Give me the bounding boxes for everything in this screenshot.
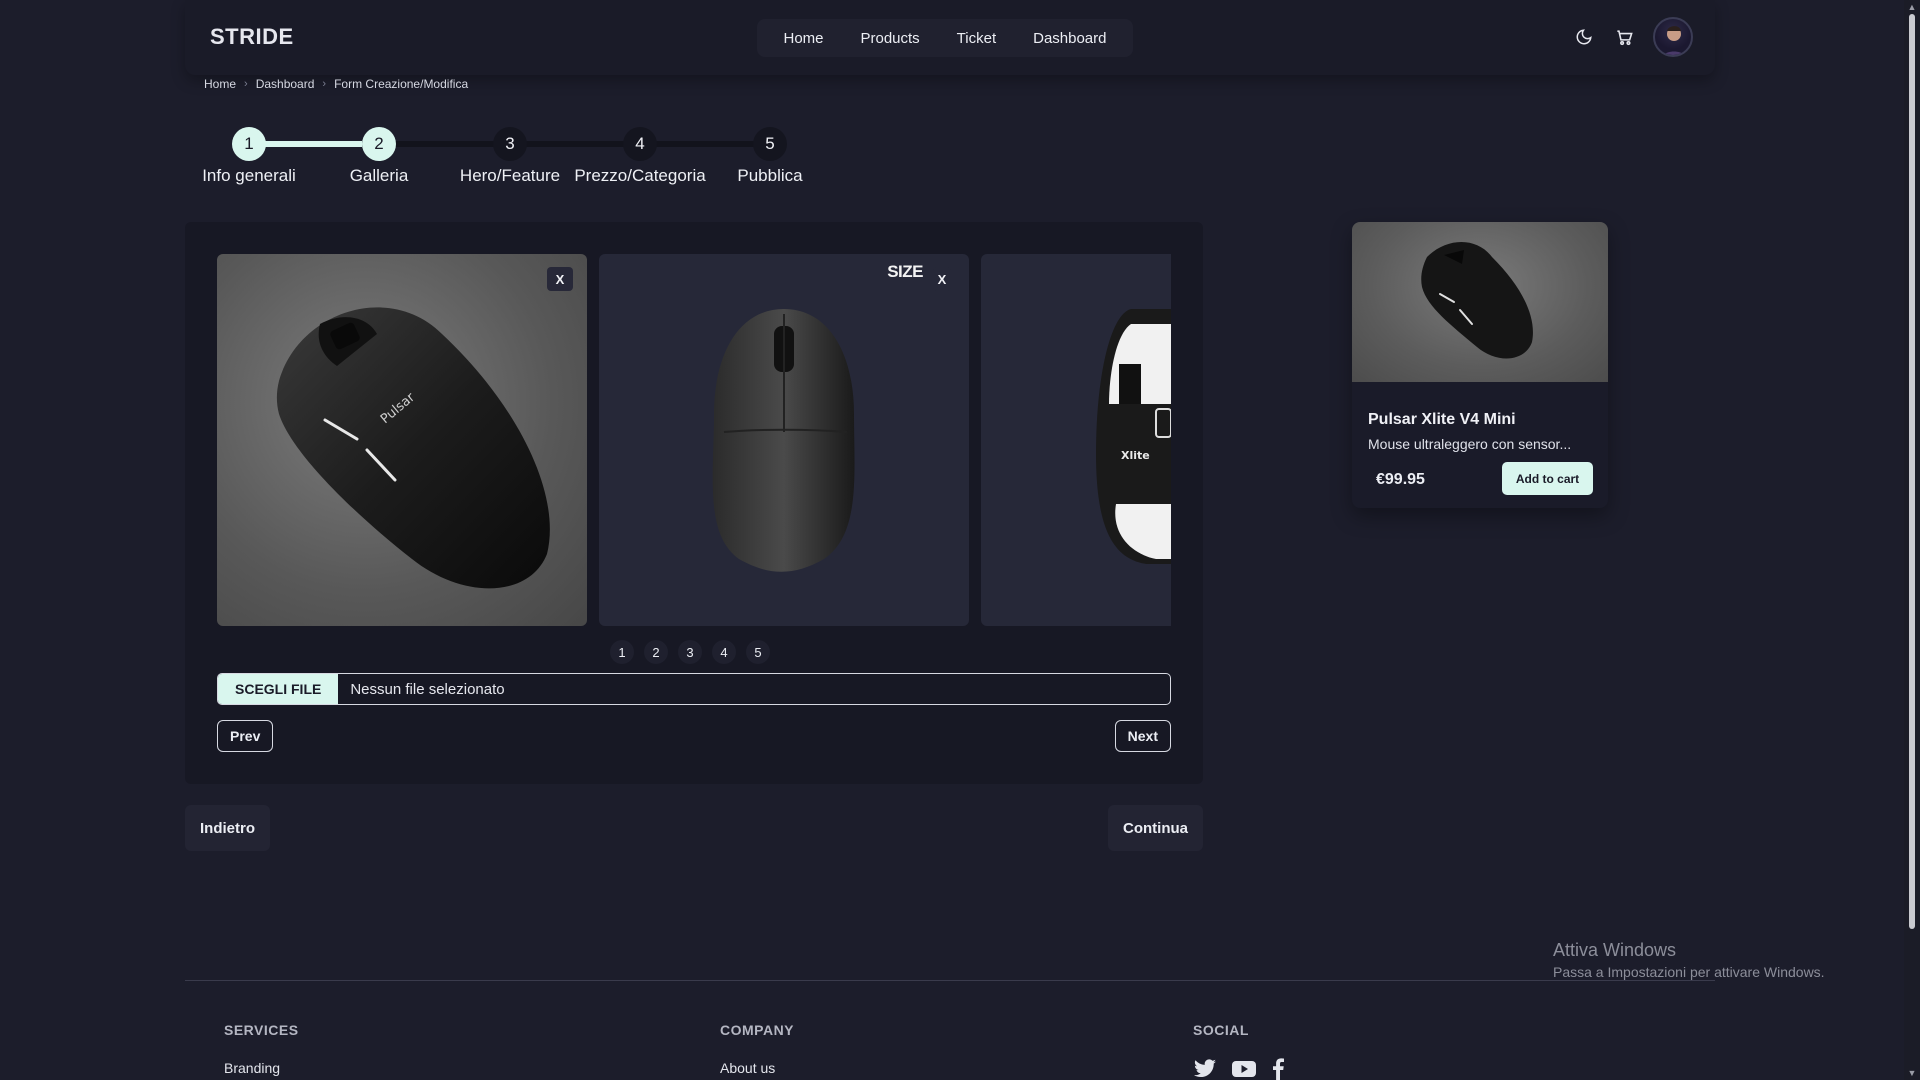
step-connector <box>379 141 759 147</box>
nav-products[interactable]: Products <box>860 30 919 47</box>
footer-link-branding[interactable]: Branding <box>224 1060 299 1076</box>
carousel-pagination: 1 2 3 4 5 <box>610 640 770 664</box>
step-2-label: Galleria <box>349 166 409 185</box>
page-dot-2[interactable]: 2 <box>644 640 668 664</box>
activation-watermark-subtitle: Passa a Impostazioni per attivare Window… <box>1553 964 1825 980</box>
cart-icon[interactable] <box>1613 26 1635 48</box>
breadcrumb-home[interactable]: Home <box>204 77 236 91</box>
page-dot-5[interactable]: 5 <box>746 640 770 664</box>
activation-watermark-title: Attiva Windows <box>1553 940 1677 960</box>
page-scrollbar[interactable]: ▲ ▼ <box>1904 0 1920 1080</box>
avatar[interactable] <box>1653 17 1693 57</box>
file-upload-field[interactable]: SCEGLI FILE Nessun file selezionato <box>217 673 1171 705</box>
form-stepper: 1 2 3 4 5 Info generali Galleria Hero/Fe… <box>184 124 844 194</box>
remove-image-button[interactable]: X <box>547 267 573 291</box>
nav-actions <box>1573 17 1693 57</box>
mouse-image-front <box>712 309 855 572</box>
continue-button[interactable]: Continua <box>1108 805 1203 851</box>
footer-link-about[interactable]: About us <box>720 1060 794 1076</box>
top-navbar: STRIDE Home Products Ticket Dashboard <box>185 0 1715 75</box>
page-dot-4[interactable]: 4 <box>712 640 736 664</box>
moon-icon[interactable] <box>1573 26 1595 48</box>
mouse-image-top: Pulsar <box>276 307 550 589</box>
breadcrumb-dashboard[interactable]: Dashboard <box>256 77 315 91</box>
chevron-right-icon: › <box>322 78 327 90</box>
footer-social: SOCIAL <box>1193 1022 1285 1080</box>
logo[interactable]: STRIDE <box>210 24 294 50</box>
step-3-circle[interactable]: 3 <box>493 127 527 161</box>
step-3-label: Hero/Feature <box>459 166 561 185</box>
next-button[interactable]: Next <box>1114 720 1171 752</box>
footer-divider <box>185 980 1715 981</box>
image-carousel[interactable]: Pulsar X SIZE X Xlite <box>217 254 1171 626</box>
gallery-slide[interactable]: Xlite <box>981 254 1171 626</box>
product-image <box>1352 222 1608 382</box>
footer-heading: SERVICES <box>224 1022 299 1038</box>
svg-text:Xlite: Xlite <box>1121 449 1150 462</box>
footer-heading: COMPANY <box>720 1022 795 1038</box>
nav-ticket[interactable]: Ticket <box>957 30 996 47</box>
product-description: Mouse ultraleggero con sensor... <box>1368 436 1572 452</box>
gallery-slide[interactable]: SIZE X <box>599 254 969 626</box>
footer-services: SERVICES Branding <box>224 1022 299 1076</box>
footer-heading: SOCIAL <box>1193 1022 1249 1038</box>
product-preview-card[interactable]: Pulsar Xlite V4 Mini Mouse ultraleggero … <box>1352 222 1608 508</box>
step-1-label: Info generali <box>202 166 296 185</box>
size-tag: SIZE <box>887 262 923 281</box>
choose-file-button[interactable]: SCEGLI FILE <box>218 674 339 704</box>
gallery-slide[interactable]: Pulsar X <box>217 254 587 626</box>
add-to-cart-button[interactable]: Add to cart <box>1502 462 1593 495</box>
remove-image-button[interactable]: X <box>933 267 951 291</box>
product-price: €99.95 <box>1376 471 1425 488</box>
step-4-label: Prezzo/Categoria <box>574 166 706 185</box>
step-4-circle[interactable]: 4 <box>623 127 657 161</box>
step-5-label: Pubblica <box>737 166 803 185</box>
twitter-icon[interactable] <box>1193 1059 1217 1080</box>
step-2-circle[interactable]: 2 <box>362 127 396 161</box>
mouse-image-bottom: Xlite <box>1096 309 1171 564</box>
step-5-circle[interactable]: 5 <box>753 127 787 161</box>
prev-button[interactable]: Prev <box>217 720 274 752</box>
breadcrumb-current: Form Creazione/Modifica <box>334 77 469 91</box>
scroll-thumb[interactable] <box>1909 14 1915 929</box>
facebook-icon[interactable] <box>1271 1058 1285 1080</box>
breadcrumb: Home › Dashboard › Form Creazione/Modifi… <box>204 77 468 91</box>
footer-company: COMPANY About us <box>720 1022 794 1076</box>
product-title: Pulsar Xlite V4 Mini <box>1368 411 1516 428</box>
nav-links: Home Products Ticket Dashboard <box>757 19 1133 57</box>
file-status: Nessun file selezionato <box>350 680 505 698</box>
scroll-down-icon[interactable]: ▼ <box>1907 1068 1917 1078</box>
social-links <box>1193 1058 1285 1080</box>
nav-home[interactable]: Home <box>783 30 823 47</box>
page-dot-3[interactable]: 3 <box>678 640 702 664</box>
chevron-right-icon: › <box>244 78 248 90</box>
page-dot-1[interactable]: 1 <box>610 640 634 664</box>
nav-dashboard[interactable]: Dashboard <box>1033 30 1106 47</box>
gallery-card: Pulsar X SIZE X Xlite 1 2 3 4 5 SCEGLI F… <box>185 222 1203 784</box>
step-1-circle[interactable]: 1 <box>232 127 266 161</box>
scroll-up-icon[interactable]: ▲ <box>1907 2 1917 12</box>
back-button[interactable]: Indietro <box>185 805 270 851</box>
youtube-icon[interactable] <box>1231 1059 1257 1080</box>
